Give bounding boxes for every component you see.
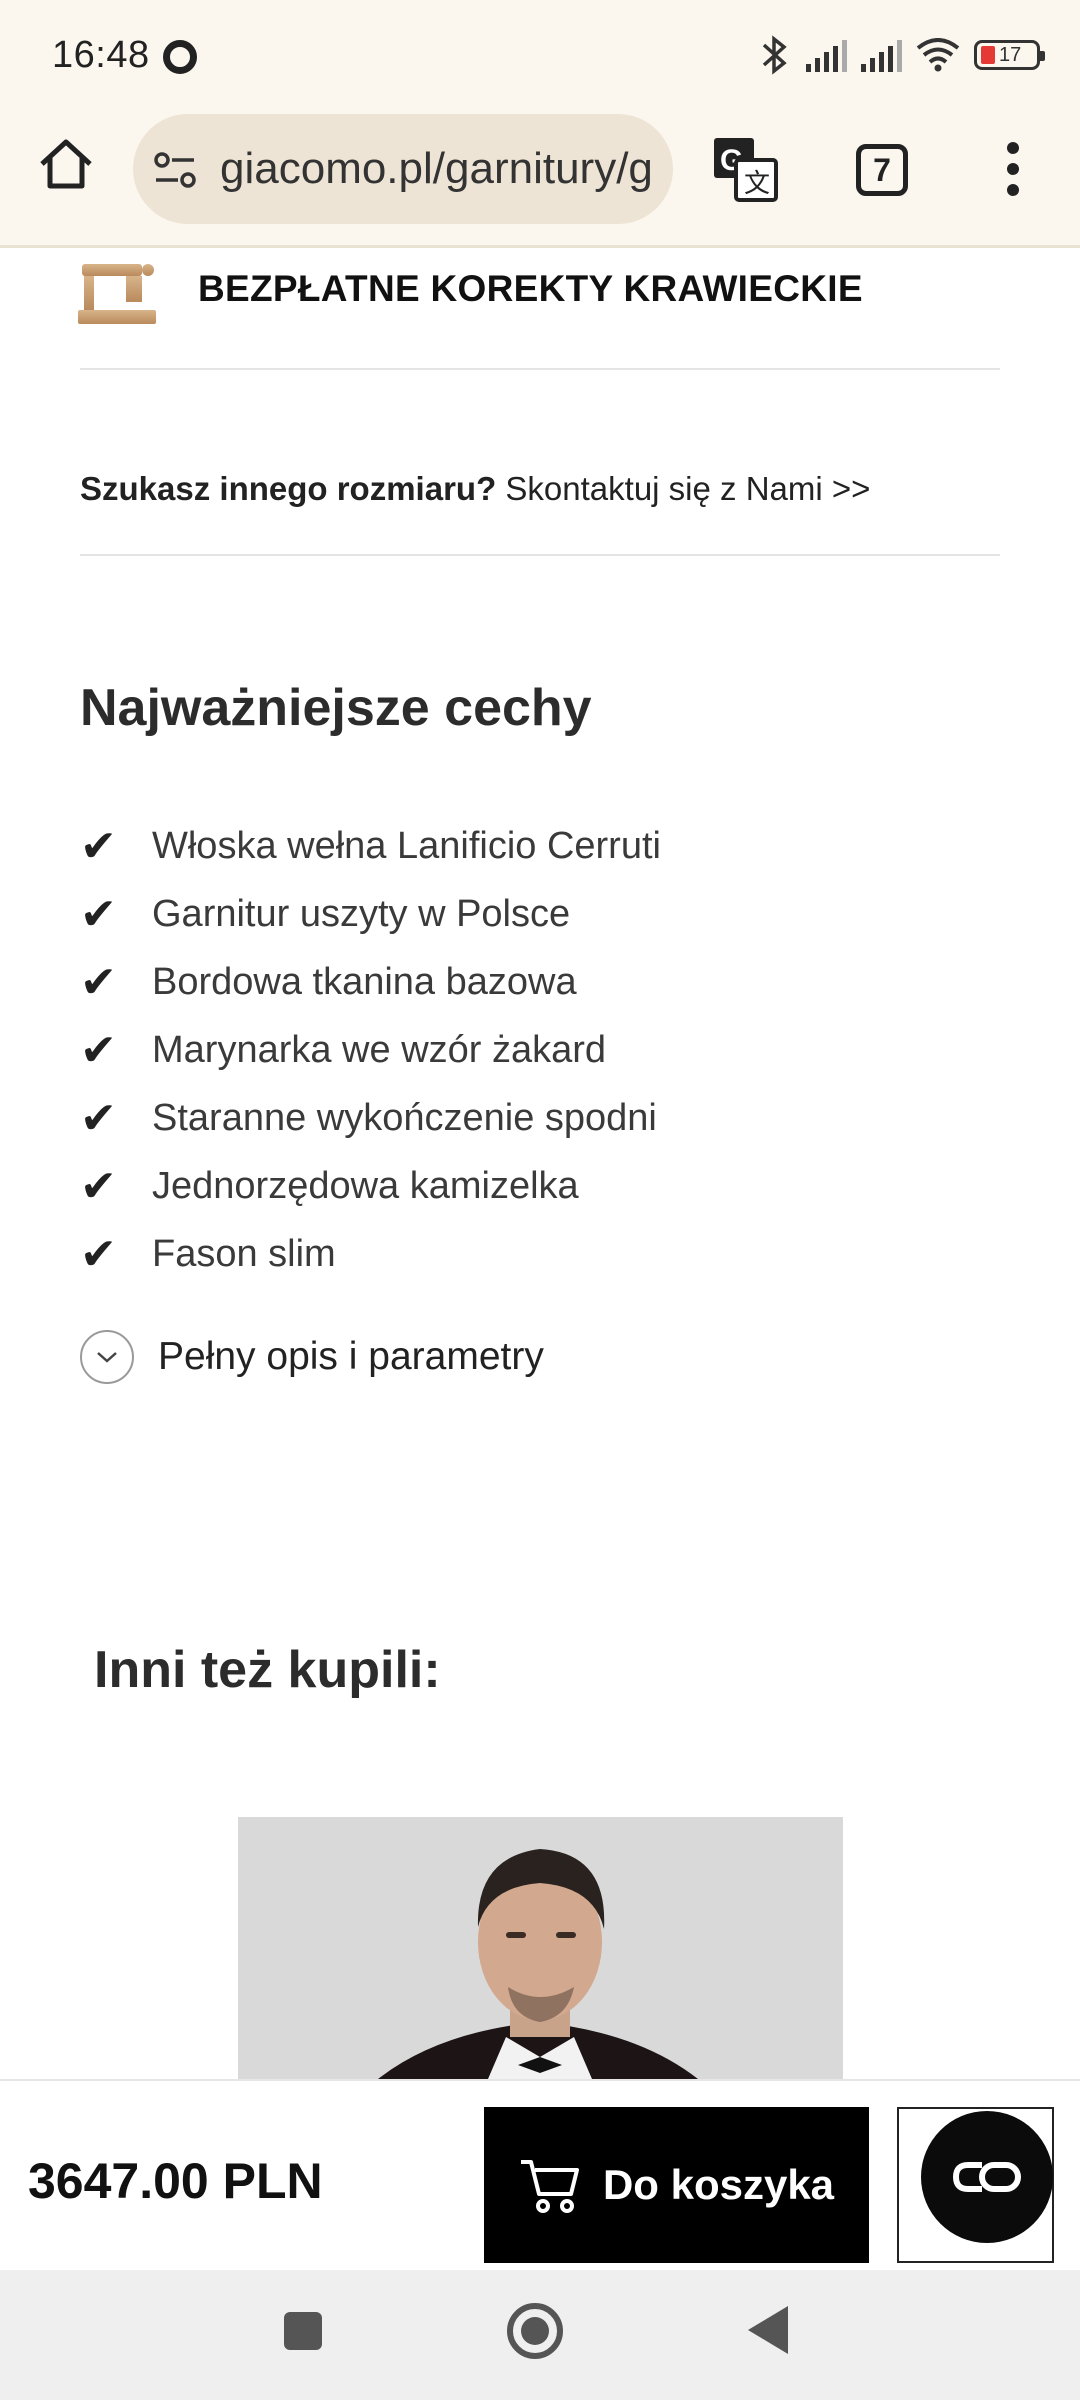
model-photo [238,1817,843,2079]
translate-icon[interactable]: G文 [710,134,780,204]
more-vert-icon[interactable] [1000,142,1026,202]
feature-text: Fason slim [152,1232,336,1275]
bluetooth-icon [762,35,787,75]
signal-icon [861,38,902,72]
feature-text: Garnitur uszyty w Polsce [152,892,571,935]
feature-text: Staranne wykończenie spodni [152,1096,657,1139]
recents-icon[interactable] [284,2312,322,2350]
feature-text: Jednorzędowa kamizelka [152,1164,579,1207]
feature-item: ✔ Fason slim [80,1220,980,1288]
record-icon [163,40,197,74]
chevron-down-icon[interactable] [80,1330,134,1384]
features-heading: Najważniejsze cechy [80,679,592,737]
feature-item: ✔ Garnitur uszyty w Polsce [80,880,980,948]
site-settings-icon[interactable] [152,150,200,190]
check-icon: ✔ [80,1093,117,1143]
feature-item: ✔ Jednorzędowa kamizelka [80,1152,980,1220]
full-description-toggle[interactable]: Pełny opis i parametry [80,1330,544,1384]
tab-switcher-button[interactable]: 7 [856,144,908,196]
also-bought-heading: Inni też kupili: [94,1641,441,1699]
product-price: 3647.00 PLN [28,2153,323,2209]
status-time: 16:48 [52,34,150,76]
check-icon: ✔ [80,821,117,871]
features-list: ✔ Włoska wełna Lanificio Cerruti ✔ Garnitu… [80,812,980,1288]
feature-text: Marynarka we wzór żakard [152,1028,607,1071]
size-contact[interactable]: Skontaktuj się z Nami >> [496,470,870,507]
add-to-cart-button[interactable]: Do koszyka [484,2107,869,2263]
back-icon[interactable] [748,2306,788,2354]
wifi-icon [916,38,960,72]
chat-button[interactable] [921,2111,1053,2243]
check-icon: ✔ [80,889,117,939]
size-question: Szukasz innego rozmiaru? [80,470,497,507]
add-to-cart-label[interactable]: Do koszyka [603,2161,834,2209]
tailoring-banner: BEZPŁATNE KOREKTY KRAWIECKIE [198,268,863,309]
url-text[interactable]: giacomo.pl/garnitury/g [220,144,660,194]
battery-icon: 17 [974,40,1045,70]
check-icon: ✔ [80,957,117,1007]
check-icon: ✔ [80,1025,117,1075]
divider [80,554,1000,556]
check-icon: ✔ [80,1161,117,1211]
battery-level: 17 [999,43,1022,66]
feature-item: ✔ Marynarka we wzór żakard [80,1016,980,1084]
feature-item: ✔ Bordowa tkanina bazowa [80,948,980,1016]
system-icons: 17 [758,30,1045,80]
feature-item: ✔ Włoska wełna Lanificio Cerruti [80,812,980,880]
cart-icon [520,2160,579,2213]
chat-icon [952,2162,1021,2192]
nav-home-icon[interactable] [507,2303,563,2359]
full-description-label[interactable]: Pełny opis i parametry [158,1335,544,1379]
home-icon[interactable] [34,132,98,196]
feature-text: Włoska wełna Lanificio Cerruti [152,824,661,867]
feature-item: ✔ Staranne wykończenie spodni [80,1084,980,1152]
check-icon: ✔ [80,1229,117,1279]
svg-text:文: 文 [744,168,770,198]
signal-icon [806,38,847,72]
feature-text: Bordowa tkanina bazowa [152,960,577,1003]
divider [80,368,1000,370]
size-contact-link[interactable]: Szukasz innego rozmiaru? Skontaktuj się … [80,470,870,508]
product-image[interactable] [238,1817,843,2079]
sewing-machine-icon [78,264,156,324]
